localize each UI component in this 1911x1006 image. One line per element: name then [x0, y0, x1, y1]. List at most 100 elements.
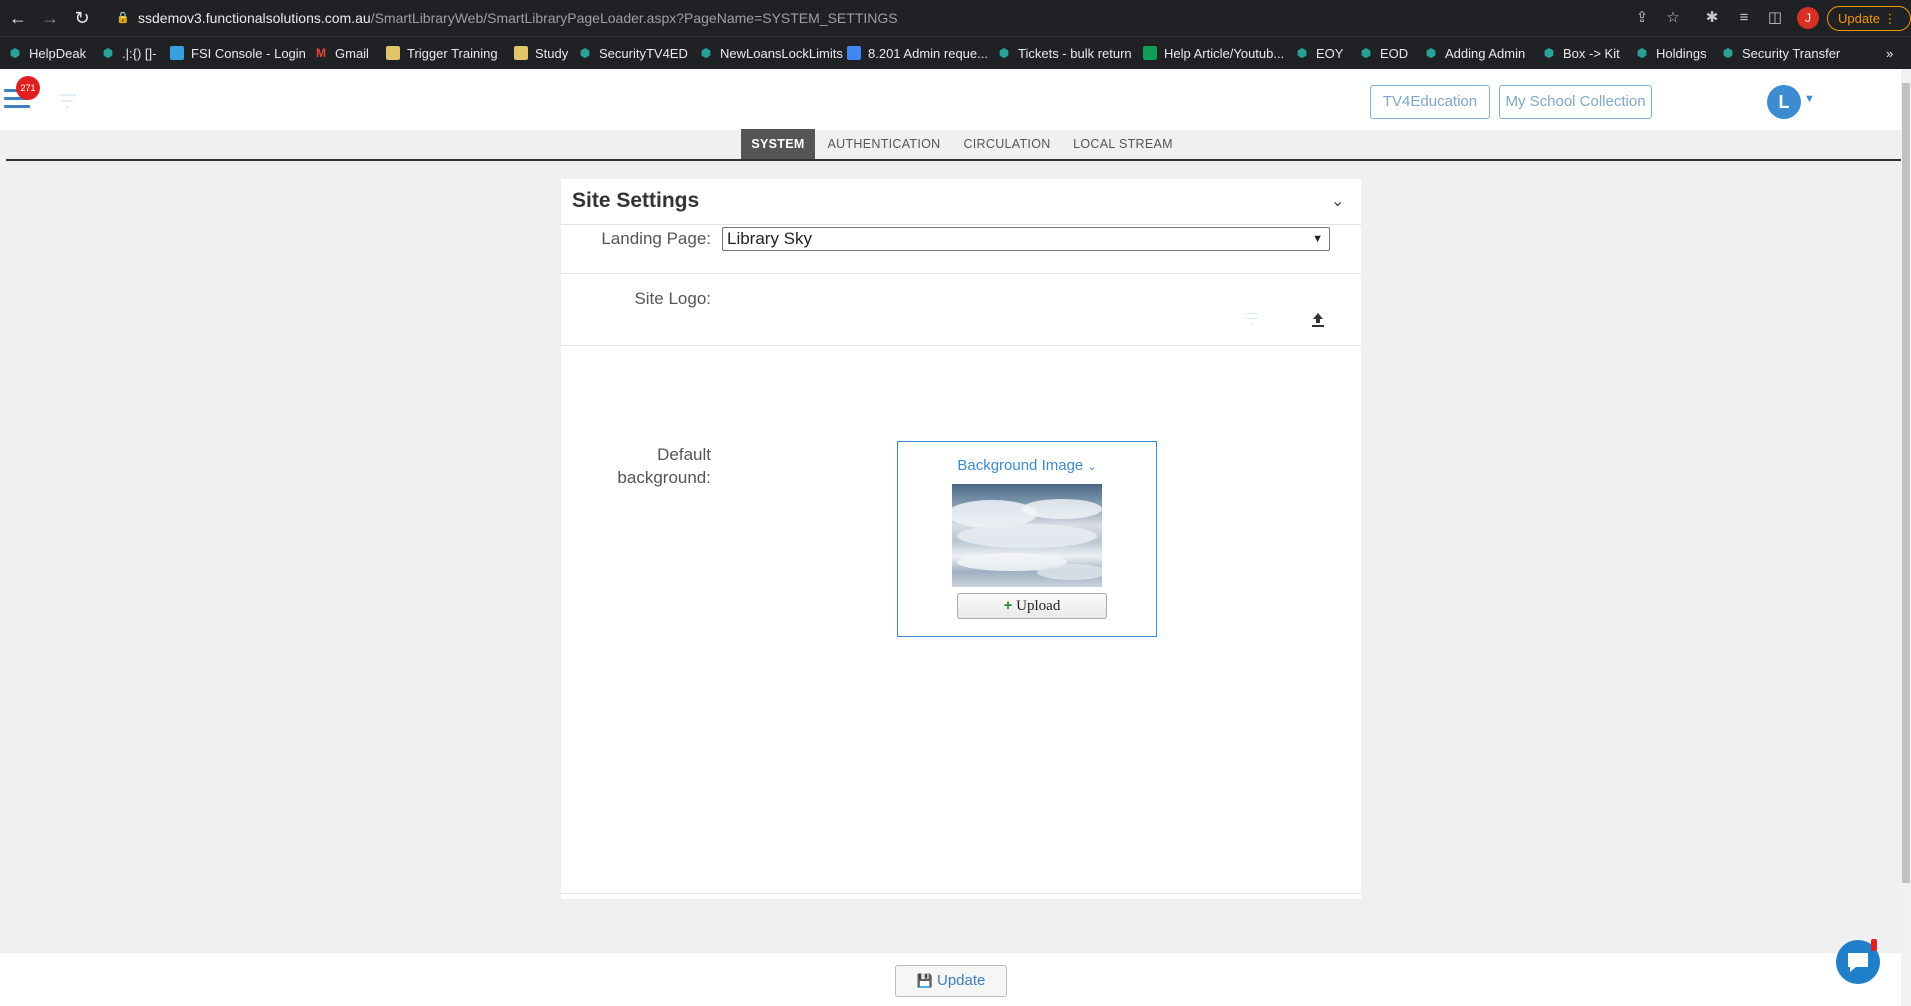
site-logo[interactable]: ~~~~~~ ~~~~ ~: [50, 93, 84, 111]
chevron-down-icon: ⌄: [1087, 461, 1097, 473]
bookmark-item[interactable]: ⬢ Tickets - bulk return: [997, 43, 1132, 63]
globe-icon: ⬢: [998, 46, 1010, 60]
scrollbar-thumb[interactable]: [1902, 83, 1910, 883]
plus-icon: +: [1003, 597, 1013, 614]
globe-icon: ⬢: [1360, 46, 1372, 60]
bookmark-item[interactable]: ⬢ EOY: [1295, 43, 1344, 63]
more-icon: ⋮: [1883, 11, 1897, 26]
tab-system-label: SYSTEM: [751, 137, 805, 151]
chat-notification-dot: [1871, 939, 1877, 951]
url-path: /SmartLibraryWeb/SmartLibraryPageLoader.…: [370, 10, 898, 26]
landing-page-value: Library Sky: [727, 229, 813, 248]
collapse-chevron-icon[interactable]: ⌄: [1331, 191, 1344, 211]
bookmark-label: Tickets - bulk return: [1018, 45, 1132, 61]
browser-update-label: Update: [1838, 11, 1880, 26]
background-type-dropdown[interactable]: Background Image ⌄: [898, 457, 1156, 474]
bookmark-label: Trigger Training: [407, 45, 498, 61]
update-button[interactable]: 💾 Update: [895, 965, 1007, 997]
my-school-collection-button[interactable]: My School Collection: [1499, 85, 1652, 119]
tab-circulation[interactable]: CIRCULATION: [956, 129, 1058, 159]
bookmark-item[interactable]: ⬢ EOD: [1359, 43, 1408, 63]
bookmark-label: EOD: [1380, 45, 1409, 61]
folder-icon: [386, 46, 400, 60]
bookmark-label: Box -> Kit: [1563, 45, 1620, 61]
background-image-box: Background Image ⌄ + Upload: [897, 441, 1157, 637]
tv4education-button[interactable]: TV4Education: [1370, 85, 1490, 119]
bookmark-label: NewLoansLockLimits: [720, 45, 843, 61]
bookmark-label: .|:{) []-: [122, 45, 157, 61]
divider: [561, 224, 1361, 225]
forward-icon[interactable]: →: [38, 6, 62, 30]
landing-page-label: Landing Page:: [601, 229, 711, 248]
update-label: Update: [936, 972, 986, 989]
reading-list-icon[interactable]: ≡: [1733, 7, 1755, 29]
profile-avatar[interactable]: J: [1797, 7, 1819, 29]
bookmark-item[interactable]: Study: [514, 43, 568, 63]
browser-update-button[interactable]: Update ⋮: [1827, 6, 1911, 31]
background-type-label: Background Image: [957, 457, 1084, 474]
url-host: ssdemov3.functionalsolutions.com.au: [138, 10, 371, 26]
gmail-icon: M: [316, 46, 326, 60]
globe-icon: ⬢: [700, 46, 712, 60]
background-image-preview: [952, 484, 1102, 587]
notification-badge[interactable]: 271: [16, 76, 40, 100]
default-background-label-line2: background:: [617, 468, 711, 487]
chevron-down-icon: ▼: [1312, 233, 1323, 245]
bookmark-item[interactable]: ⬢ .|:{) []-: [101, 43, 157, 63]
globe-icon: ⬢: [1425, 46, 1437, 60]
bookmark-item[interactable]: 8.201 Admin reque...: [847, 43, 988, 63]
bookmark-item[interactable]: ⬢ SecurityTV4ED: [578, 43, 688, 63]
tabs-divider: [6, 159, 1901, 161]
tab-authentication[interactable]: AUTHENTICATION: [821, 129, 947, 159]
bookmark-item[interactable]: FSI Console - Login: [170, 43, 306, 63]
bookmark-label: FSI Console - Login: [191, 45, 306, 61]
globe-icon: ⬢: [1636, 46, 1648, 60]
share-icon[interactable]: ⇪: [1631, 7, 1653, 29]
bookmark-label: SecurityTV4ED: [599, 45, 688, 61]
globe-icon: ⬢: [579, 46, 591, 60]
divider: [561, 273, 1361, 274]
globe-icon: ⬢: [1296, 46, 1308, 60]
back-icon[interactable]: ←: [6, 6, 30, 30]
default-background-label-line1: Default: [657, 445, 711, 464]
fsi-icon: [170, 46, 184, 60]
reload-icon[interactable]: ↻: [70, 6, 94, 30]
user-avatar[interactable]: L: [1767, 85, 1801, 119]
upload-label: Upload: [1016, 598, 1061, 614]
globe-icon: ⬢: [1722, 46, 1734, 60]
panel-title: Site Settings: [572, 189, 700, 212]
bookmark-item[interactable]: Help Article/Youtub...: [1143, 43, 1284, 63]
bookmark-item[interactable]: ⬢ HelpDeak: [8, 43, 86, 63]
bookmark-item[interactable]: ⬢ Holdings: [1635, 43, 1707, 63]
bookmark-item[interactable]: ⬢ NewLoansLockLimits: [699, 43, 843, 63]
divider: [561, 345, 1361, 346]
upload-icon[interactable]: [1308, 310, 1328, 330]
landing-page-select[interactable]: Library Sky ▼: [722, 227, 1330, 251]
bookmark-label: Help Article/Youtub...: [1164, 45, 1285, 61]
sheet-icon: [1143, 46, 1157, 60]
tab-circulation-label: CIRCULATION: [963, 137, 1051, 151]
bookmark-item[interactable]: Trigger Training: [386, 43, 498, 63]
background-upload-button[interactable]: + Upload: [957, 593, 1107, 619]
bookmark-label: HelpDeak: [29, 45, 87, 61]
page-scrollbar[interactable]: [1901, 69, 1911, 1006]
tab-local-stream[interactable]: LOCAL STREAM: [1067, 129, 1179, 159]
tab-local-stream-label: LOCAL STREAM: [1073, 137, 1173, 151]
caret-down-icon[interactable]: ▼: [1804, 93, 1815, 105]
star-icon[interactable]: ☆: [1662, 7, 1684, 29]
address-bar[interactable]: 🔒 ssdemov3.functionalsolutions.com.au/Sm…: [104, 5, 1694, 32]
bookmark-item[interactable]: ⬢ Adding Admin: [1424, 43, 1525, 63]
bookmark-label: EOY: [1316, 45, 1344, 61]
bookmark-item[interactable]: M Gmail: [314, 43, 369, 63]
bookmark-label: Study: [535, 45, 569, 61]
bookmark-item[interactable]: ⬢ Security Transfer: [1721, 43, 1841, 63]
site-settings-panel: Site Settings ⌄ Landing Page: Library Sk…: [561, 179, 1361, 899]
doc-icon: [847, 46, 861, 60]
bookmark-item[interactable]: ⬢ Box -> Kit: [1542, 43, 1620, 63]
app-header: 271 ~~~~~~ ~~~~ ~ TV4Education My School C…: [0, 69, 1901, 130]
side-panel-icon[interactable]: ◫: [1764, 7, 1786, 29]
bookmarks-overflow-icon[interactable]: »: [1886, 43, 1893, 63]
extensions-icon[interactable]: ✱: [1701, 7, 1723, 29]
tab-system[interactable]: SYSTEM: [741, 129, 815, 159]
bookmark-label: 8.201 Admin reque...: [868, 45, 988, 61]
